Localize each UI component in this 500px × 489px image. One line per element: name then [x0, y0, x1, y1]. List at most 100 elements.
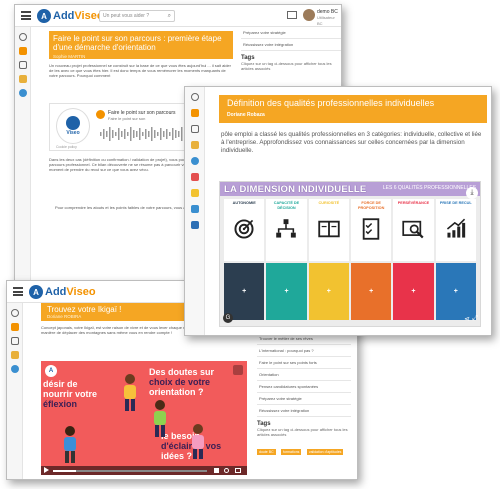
related-article-link[interactable]: Orientation — [257, 369, 351, 381]
layers-icon[interactable] — [191, 141, 199, 149]
tags-hint: Cliquez sur un tag ci-dessous pour affic… — [241, 61, 332, 71]
mail-icon[interactable] — [287, 11, 297, 19]
search-icon[interactable]: ⌕ — [168, 13, 171, 20]
related-articles: Trouver le métier de ses rêves L'interna… — [257, 333, 351, 458]
infographic[interactable]: LA DIMENSION INDIVIDUELLE LES 6 QUALITÉS… — [219, 181, 481, 327]
infographic-subtitle: LES 6 QUALITÉS PROFESSIONNELLES — [382, 185, 476, 191]
podcast-logo: Viseo — [56, 108, 90, 144]
volume-icon[interactable] — [214, 468, 219, 473]
settings-icon[interactable] — [224, 468, 229, 473]
quality-column[interactable]: PERSÉVÉRANCE + — [393, 199, 434, 320]
play-button[interactable] — [96, 110, 105, 119]
globe-icon[interactable] — [11, 365, 19, 373]
clock-icon[interactable] — [11, 309, 19, 317]
video-caption: éflexion — [43, 399, 78, 409]
video-caption: nourrir votre — [43, 389, 98, 399]
decision-tree-icon — [275, 218, 297, 245]
edit-icon[interactable] — [191, 109, 199, 117]
quality-column[interactable]: AUTONOMIE + — [224, 199, 265, 320]
article-intro: pôle emploi a classé les qualités profes… — [221, 131, 482, 154]
fullscreen-icon[interactable] — [235, 468, 241, 473]
sidebar — [15, 27, 31, 280]
logo-mark-icon: A — [29, 285, 43, 299]
video-menu-icon[interactable] — [233, 365, 243, 375]
search-input[interactable]: Un peut vous aider ? ⌕ — [99, 10, 175, 22]
graduation-icon[interactable] — [191, 221, 199, 229]
character-illustration — [154, 400, 166, 437]
clock-icon[interactable] — [191, 93, 199, 101]
topbar: A AddViseo Un peut vous aider ? ⌕ demo BC… — [15, 5, 341, 27]
quality-column[interactable]: PRISE DE RECUL + — [435, 199, 476, 320]
article-title: Faire le point sur son parcours : premiè… — [53, 34, 222, 52]
related-article-link[interactable]: Pensez candidatures spontanées — [257, 381, 351, 393]
expand-quality-button[interactable]: + — [266, 263, 307, 320]
related-article-link[interactable]: Préparez votre stratégie — [257, 393, 351, 405]
layers-icon[interactable] — [19, 75, 27, 83]
tag[interactable]: doute BC — [257, 449, 276, 455]
video-progress-bar[interactable] — [53, 470, 207, 472]
quality-column[interactable]: CAPACITÉ DE DÉCISION + — [266, 199, 307, 320]
logo-mark-icon: A — [37, 9, 51, 23]
layers-icon[interactable] — [11, 351, 19, 359]
badge-icon[interactable] — [191, 189, 199, 197]
article-hero: Définition des qualités professionnelles… — [219, 95, 487, 123]
video-progress-fill — [53, 470, 77, 472]
play-icon[interactable] — [44, 467, 49, 473]
quality-label: CURIOSITÉ — [318, 201, 340, 205]
chart-icon[interactable] — [191, 173, 199, 181]
download-icon[interactable]: ⤓ — [466, 187, 478, 199]
related-article-link[interactable]: Réussissez votre intégration — [241, 39, 341, 51]
edit-icon[interactable] — [11, 323, 19, 331]
quality-label: CAPACITÉ DE DÉCISION — [273, 201, 300, 210]
expand-icon[interactable]: ⤢ — [472, 315, 478, 323]
article-author: Sophie MARTIN — [53, 54, 86, 59]
cookie-policy-link[interactable]: Cookie policy — [56, 145, 77, 149]
article-hero: Faire le point sur son parcours : premiè… — [49, 31, 233, 59]
logo[interactable]: A AddViseo — [29, 284, 96, 300]
logo[interactable]: A AddViseo — [37, 8, 104, 24]
audio-subtitle: Faire le point sur son — [108, 116, 146, 121]
globe-icon[interactable] — [191, 157, 199, 165]
quality-column[interactable]: FORCE DE PROPOSITION + — [350, 199, 392, 320]
growth-icon — [445, 218, 467, 245]
target-icon — [233, 218, 255, 245]
share-icon[interactable]: ⋖ — [464, 315, 470, 323]
video-caption: orientation ? — [149, 387, 204, 397]
video-player[interactable]: A désir de nourrir votre éflexion Des do… — [41, 361, 247, 475]
article-intro: Un nouveau projet professionnel se const… — [49, 63, 231, 78]
tag[interactable]: formations — [281, 449, 302, 455]
avatar[interactable] — [303, 9, 315, 21]
document-icon[interactable] — [191, 125, 199, 133]
screenshot-front: Définition des qualités professionnelles… — [184, 86, 492, 336]
book-icon — [318, 218, 340, 245]
clock-icon[interactable] — [19, 33, 27, 41]
expand-quality-button[interactable]: + — [393, 263, 434, 320]
sidebar — [185, 87, 205, 335]
expand-quality-button[interactable]: + — [308, 263, 349, 320]
character-illustration — [192, 424, 204, 459]
globe-icon[interactable] — [19, 89, 27, 97]
menu-icon[interactable] — [13, 287, 23, 296]
related-article-link[interactable]: Préparez votre stratégie — [241, 27, 341, 39]
quality-card: CAPACITÉ DE DÉCISION — [266, 199, 307, 261]
infographic-title: LA DIMENSION INDIVIDUELLE — [224, 183, 367, 195]
expand-quality-button[interactable]: + — [435, 263, 476, 320]
quality-column[interactable]: CURIOSITÉ + — [308, 199, 349, 320]
quality-card: AUTONOMIE — [224, 199, 265, 261]
puzzle-icon[interactable] — [191, 205, 199, 213]
document-icon[interactable] — [11, 337, 19, 345]
quality-card: CURIOSITÉ — [308, 199, 349, 261]
related-article-link[interactable]: Faire le point sur ses points forts — [257, 357, 351, 369]
qualities-columns: AUTONOMIE + CAPACITÉ DE DÉCISION + CURIOSITÉ… — [224, 199, 476, 320]
document-icon[interactable] — [19, 61, 27, 69]
menu-icon[interactable] — [21, 11, 31, 20]
tag[interactable]: validation d'aptitudes — [306, 449, 344, 455]
expand-quality-button[interactable]: + — [224, 263, 265, 320]
character-illustration — [64, 426, 76, 463]
expand-quality-button[interactable]: + — [350, 263, 392, 320]
user-role: Utilisateur BC — [317, 15, 335, 26]
video-logo: A — [45, 365, 57, 377]
related-article-link[interactable]: Réussissez votre intégration — [257, 405, 351, 417]
edit-icon[interactable] — [19, 47, 27, 55]
related-article-link[interactable]: L'international : pourquoi pas ? — [257, 345, 351, 357]
